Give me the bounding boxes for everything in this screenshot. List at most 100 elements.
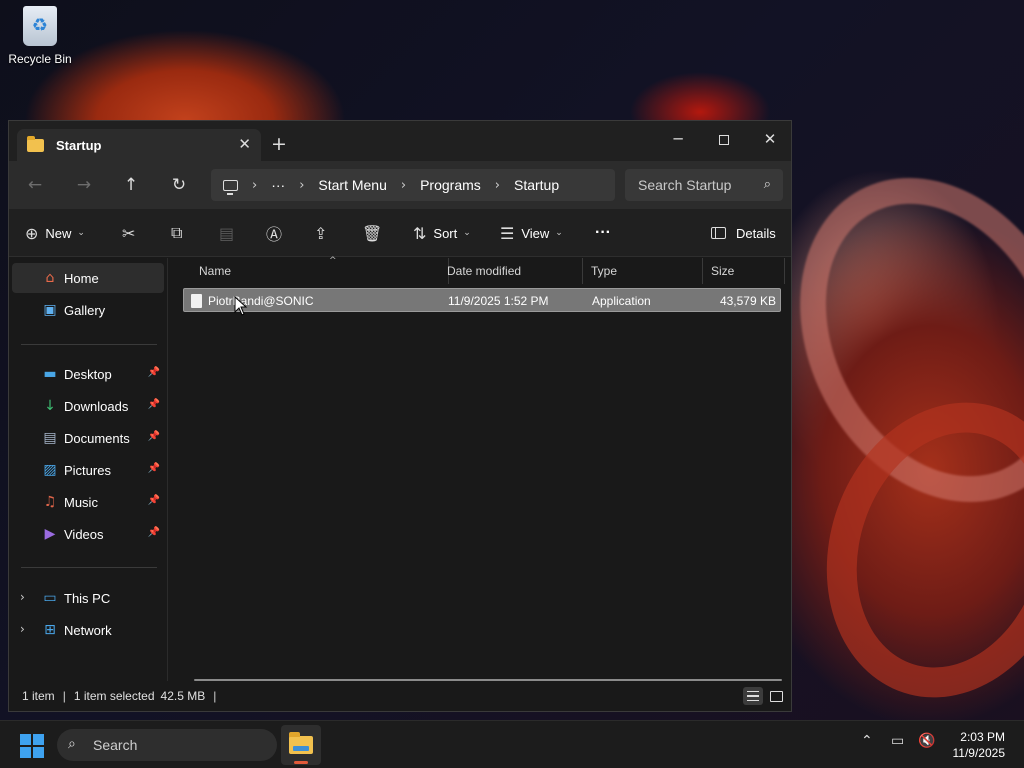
sidebar-item-label: Network (64, 622, 112, 638)
folder-icon (27, 135, 44, 152)
column-header-date-modified[interactable]: Date modified (439, 258, 583, 284)
taskbar-search[interactable]: ⌕ Search (57, 729, 277, 761)
search-icon: ⌕ (68, 736, 76, 752)
sidebar-item-label: Desktop (64, 366, 112, 382)
minimize-button[interactable]: ─ (655, 125, 701, 153)
pin-icon[interactable]: 📌 (148, 399, 160, 410)
tiles-view-button[interactable] (766, 687, 786, 705)
sort-ascending-icon: ^ (329, 256, 337, 266)
taskbar-clock[interactable]: 2:03 PM 11/9/2025 (953, 729, 1006, 761)
maximize-button[interactable] (701, 125, 747, 153)
delete-button[interactable]: 🗑 (362, 221, 382, 245)
search-input[interactable]: Search Startup ⌕ (625, 169, 783, 201)
divider (21, 344, 157, 345)
details-pane-icon (711, 227, 726, 239)
sidebar-item-pictures[interactable]: ▨ Pictures 📌 (12, 455, 164, 485)
chevron-down-icon: ⌄ (77, 228, 85, 238)
navigation-pane: ⌂ Home ▣ Gallery ▬ Desktop 📌 ↓ Downloads… (9, 258, 167, 681)
pin-icon[interactable]: 📌 (148, 495, 160, 506)
sidebar-item-documents[interactable]: ▤ Documents 📌 (12, 423, 164, 453)
column-header-label: Size (711, 264, 735, 278)
breadcrumb-start-menu[interactable]: Start Menu (318, 177, 386, 193)
back-button[interactable]: ← (23, 173, 47, 197)
sidebar-item-label: Downloads (64, 398, 129, 414)
sidebar-item-label: Documents (64, 430, 130, 446)
gallery-icon: ▣ (43, 302, 57, 318)
sidebar-item-desktop[interactable]: ▬ Desktop 📌 (12, 359, 164, 389)
column-header-type[interactable]: Type (583, 258, 703, 284)
sidebar-item-label: Music (64, 494, 98, 510)
view-icon: ☰ (500, 223, 515, 243)
pin-icon[interactable]: 📌 (148, 431, 160, 442)
sidebar-item-network[interactable]: › ⊞ Network (12, 615, 164, 645)
clock-date: 11/9/2025 (952, 746, 1006, 760)
plus-circle-icon: ⊕ (25, 223, 39, 243)
cut-button[interactable]: ✂ (122, 221, 135, 245)
pin-icon[interactable]: 📌 (148, 367, 160, 378)
tab-close-button[interactable]: ✕ (238, 135, 251, 153)
sidebar-item-this-pc[interactable]: › ▭ This PC (12, 583, 164, 613)
breadcrumb-startup[interactable]: Startup (514, 177, 559, 193)
column-header-label: Date modified (447, 264, 522, 278)
volume-muted-icon[interactable]: 🔇 (918, 733, 935, 749)
taskbar-search-label: Search (93, 737, 138, 753)
pane-divider[interactable] (167, 258, 168, 681)
paste-button[interactable]: ▤ (219, 221, 234, 245)
details-view-button[interactable] (743, 687, 763, 705)
column-header-label: Type (591, 264, 618, 278)
more-options-button[interactable]: ··· (595, 221, 611, 245)
close-button[interactable]: ✕ (747, 125, 793, 153)
sidebar-item-label: Videos (64, 526, 104, 542)
up-button[interactable]: ↑ (119, 173, 143, 197)
title-bar[interactable]: Startup ✕ + ─ ✕ (9, 121, 791, 161)
recycle-bin-shortcut[interactable]: Recycle Bin (6, 6, 74, 66)
share-button[interactable]: ⇪ (314, 221, 327, 245)
address-bar[interactable]: › ··· › Start Menu › Programs › Startup (211, 169, 615, 201)
details-pane-button[interactable]: Details (711, 221, 776, 245)
column-header-size[interactable]: Size (703, 258, 785, 284)
copy-icon: ⧉ (171, 223, 183, 242)
file-name: PiotrBandi@SONIC (208, 294, 314, 308)
sort-button[interactable]: ⇅ Sort ⌄ (413, 221, 471, 245)
view-label: View (521, 225, 550, 241)
start-button[interactable] (20, 734, 44, 758)
desktop-icon: ▬ (43, 366, 57, 382)
file-date-modified: 11/9/2025 1:52 PM (448, 294, 549, 308)
status-separator: | (62, 689, 66, 703)
column-header-name[interactable]: Name ^ (191, 256, 449, 284)
file-row[interactable]: PiotrBandi@SONIC 11/9/2025 1:52 PM Appli… (183, 288, 781, 312)
sidebar-item-downloads[interactable]: ↓ Downloads 📌 (12, 391, 164, 421)
file-type: Application (592, 294, 651, 308)
show-hidden-icons-button[interactable]: ⌃ (861, 733, 873, 749)
sidebar-item-videos[interactable]: ▶ Videos 📌 (12, 519, 164, 549)
chevron-right-icon[interactable]: › (20, 590, 25, 604)
new-button[interactable]: ⊕ New ⌄ (25, 221, 85, 245)
chevron-right-icon[interactable]: › (20, 622, 25, 636)
forward-button[interactable]: → (72, 173, 96, 197)
home-icon: ⌂ (45, 270, 55, 286)
pin-icon[interactable]: 📌 (148, 463, 160, 474)
tab-startup[interactable]: Startup ✕ (17, 129, 261, 161)
windows-logo-icon (20, 734, 31, 745)
this-pc-icon (223, 179, 238, 195)
breadcrumb-programs[interactable]: Programs (420, 177, 481, 193)
network-status-icon[interactable]: ▭ (891, 733, 904, 749)
documents-icon: ▤ (43, 430, 57, 446)
sidebar-item-gallery[interactable]: ▣ Gallery (12, 295, 164, 325)
refresh-button[interactable]: ↻ (167, 173, 191, 197)
taskbar-file-explorer[interactable] (281, 725, 321, 765)
clock-time: 2:03 PM (960, 730, 1005, 744)
new-tab-button[interactable]: + (271, 133, 287, 155)
active-indicator (294, 761, 308, 764)
copy-button[interactable]: ⧉ (171, 221, 182, 245)
share-icon: ⇪ (314, 223, 328, 243)
recycle-bin-label: Recycle Bin (8, 52, 72, 66)
breadcrumb-more-button[interactable]: ··· (271, 177, 285, 193)
view-button[interactable]: ☰ View ⌄ (500, 221, 563, 245)
pin-icon[interactable]: 📌 (148, 527, 160, 538)
chevron-down-icon: ⌄ (463, 228, 471, 238)
sidebar-item-home[interactable]: ⌂ Home (12, 263, 164, 293)
rename-button[interactable]: Ⓐ (266, 221, 282, 245)
new-label: New (45, 225, 72, 241)
sidebar-item-music[interactable]: ♫ Music 📌 (12, 487, 164, 517)
